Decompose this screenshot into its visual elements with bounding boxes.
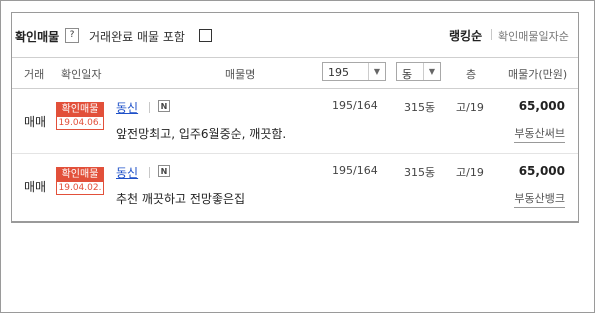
panel-title: 확인매물	[15, 30, 60, 44]
naver-n-icon: N	[158, 165, 170, 177]
agency-link[interactable]: 부동산써브	[514, 125, 565, 143]
toolbar: 확인매물 ? 거래완료 매물 포함 랭킹순 확인매물일자순	[12, 13, 578, 58]
table-row[interactable]: 매매 확인매물 19.04.02. 동신 N 추천 깨끗하고 전망좋은집 195…	[12, 154, 578, 218]
confirm-badge-label: 확인매물	[57, 103, 103, 117]
confirm-badge-label: 확인매물	[57, 168, 103, 182]
listing-area: 195/164	[332, 164, 378, 177]
dong-select-value: 동	[402, 68, 413, 81]
header-floor: 층	[466, 68, 477, 81]
listing-dong: 315동	[404, 166, 436, 179]
listing-floor: 고/19	[456, 101, 484, 114]
confirm-date: 19.04.06.	[58, 118, 102, 128]
chevron-down-icon: ▼	[423, 63, 440, 80]
listing-floor: 고/19	[456, 166, 484, 179]
header-deal-type: 거래	[24, 68, 45, 81]
include-completed-checkbox[interactable]	[199, 29, 212, 42]
agency-link[interactable]: 부동산뱅크	[514, 190, 565, 208]
area-select-value: 195	[328, 66, 349, 79]
deal-type: 매매	[24, 180, 47, 194]
header-confirm-date: 확인일자	[61, 68, 102, 81]
divider	[149, 167, 150, 178]
table-header: 거래 확인일자 매물명 195 ▼ 동 ▼ 층 매물가(만원)	[12, 58, 578, 89]
listing-name-link[interactable]: 동신	[116, 99, 138, 116]
listing-dong: 315동	[404, 101, 436, 114]
listing-price: 65,000	[518, 164, 565, 178]
sort-confirm-date-button[interactable]: 확인매물일자순	[498, 28, 569, 44]
confirm-badge: 확인매물 19.04.06.	[56, 102, 104, 130]
table-row[interactable]: 매매 확인매물 19.04.06. 동신 N 앞전망최고, 입주6월중순, 깨끗…	[12, 89, 578, 154]
help-icon[interactable]: ?	[65, 28, 79, 43]
chevron-down-icon: ▼	[368, 63, 385, 80]
sort-rank-button[interactable]: 랭킹순	[449, 27, 482, 44]
divider	[149, 102, 150, 113]
confirm-badge: 확인매물 19.04.02.	[56, 167, 104, 195]
deal-type: 매매	[24, 115, 47, 129]
include-completed-label: 거래완료 매물 포함	[89, 30, 185, 44]
header-listing-name: 매물명	[225, 68, 256, 81]
sort-divider	[491, 29, 492, 40]
naver-n-icon: N	[158, 100, 170, 112]
confirm-date: 19.04.02.	[58, 183, 102, 193]
listing-description: 앞전망최고, 입주6월중순, 깨끗함.	[116, 127, 287, 141]
area-select[interactable]: 195 ▼	[322, 62, 386, 81]
listing-panel: 확인매물 ? 거래완료 매물 포함 랭킹순 확인매물일자순 거래 확인일자 매물…	[11, 12, 579, 223]
listing-price: 65,000	[518, 99, 565, 113]
listing-area: 195/164	[332, 99, 378, 112]
dong-select[interactable]: 동 ▼	[396, 62, 441, 81]
header-price: 매물가(만원)	[508, 68, 568, 81]
listing-description: 추천 깨끗하고 전망좋은집	[116, 192, 246, 206]
listing-name-link[interactable]: 동신	[116, 164, 138, 181]
